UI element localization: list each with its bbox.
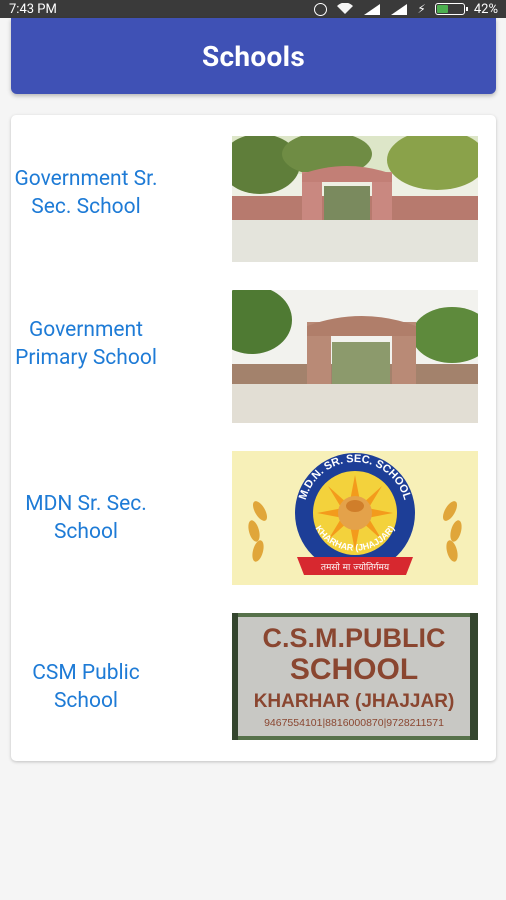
sign-line2: SCHOOL [290, 653, 418, 686]
school-name[interactable]: MDN Sr. Sec. School [11, 490, 161, 546]
school-row[interactable]: CSM Public School C.S.M.PUBLIC SCHOOL KH… [11, 605, 496, 755]
school-row[interactable]: MDN Sr. Sec. School M.D.N. SR. SEC. SCHO… [11, 445, 496, 595]
status-icons: ⚡ 42% [314, 2, 498, 17]
logo-motto-text: तमसो मा ज्योतिर्गमय [321, 561, 390, 573]
school-name[interactable]: Government Sr. Sec. School [11, 165, 161, 221]
schools-card: Government Sr. Sec. School Government Pr… [11, 115, 496, 761]
school-gate-photo[interactable] [232, 136, 478, 262]
sign-line1: C.S.M.PUBLIC [262, 623, 445, 653]
school-name[interactable]: Government Primary School [11, 316, 161, 372]
school-row[interactable]: Government Sr. Sec. School [11, 133, 496, 265]
app-bar: Schools [11, 18, 496, 94]
status-bar: 7:43 PM ⚡ 42% [0, 0, 506, 18]
battery-fill [436, 5, 448, 13]
school-sign-photo[interactable]: C.S.M.PUBLIC SCHOOL KHARHAR (JHAJJAR) 94… [232, 613, 478, 740]
school-logo[interactable]: M.D.N. SR. SEC. SCHOOL KHARHAR (JHAJJAR)… [232, 451, 478, 585]
school-gate-photo[interactable] [232, 290, 478, 423]
sign-line3: KHARHAR (JHAJJAR) [254, 691, 455, 712]
school-row[interactable]: Government Primary School [11, 285, 496, 425]
status-time: 7:43 PM [9, 1, 57, 17]
school-name[interactable]: CSM Public School [11, 659, 161, 715]
charging-icon: ⚡ [417, 2, 426, 16]
signal-icon [364, 4, 381, 15]
alarm-icon [314, 2, 328, 16]
signal-icon-2 [391, 4, 408, 15]
page-title: Schools [201, 39, 305, 73]
sign-phones: 9467554101|8816000870|9728211571 [264, 717, 444, 729]
battery-percent: 42% [473, 1, 498, 17]
wifi-icon [337, 3, 354, 14]
battery-icon [434, 3, 468, 15]
